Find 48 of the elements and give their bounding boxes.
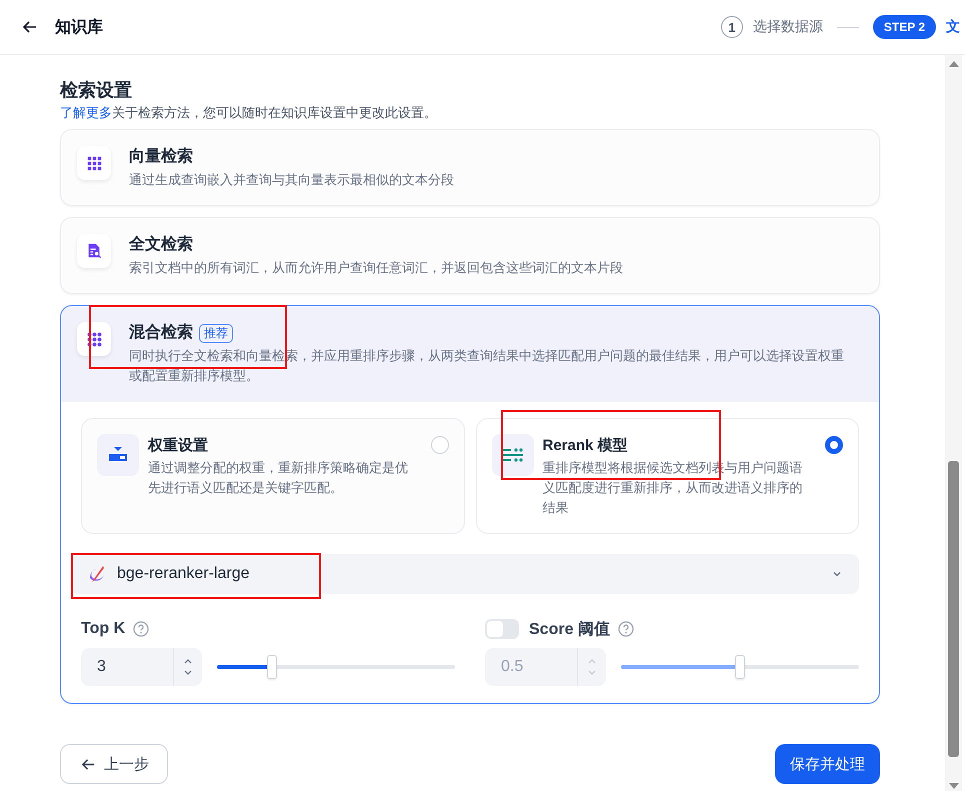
recommended-badge: 推荐 — [199, 324, 233, 342]
method-title: 向量检索 — [129, 146, 193, 167]
method-description: 通过生成查询嵌入并查询与其向量表示最相似的文本分段 — [129, 171, 455, 189]
model-logo-icon — [87, 564, 107, 584]
model-select[interactable]: bge-reranker-large — [70, 554, 859, 594]
step-marker: 1 — [720, 16, 743, 38]
scrollbar[interactable] — [945, 55, 962, 791]
option-description: 通过调整分配的权重，重新排序策略确定是优先进行语义匹配还是关键字匹配。 — [148, 459, 409, 497]
increment-icon — [587, 658, 597, 664]
number-input[interactable]: 3 — [81, 648, 202, 686]
method-title: 混合检索 — [129, 322, 193, 343]
back-arrow-icon — [81, 756, 96, 772]
option-card[interactable]: 权重设置 通过调整分配的权重，重新排序策略确定是优先进行语义匹配还是关键字匹配。 — [81, 418, 464, 534]
step-marker: STEP 2 — [872, 15, 936, 39]
step-label: 文 — [946, 18, 960, 36]
help-icon — [618, 621, 634, 637]
scrollbar-thumb[interactable] — [948, 461, 959, 757]
decrement-icon — [183, 670, 193, 676]
slider-thumb[interactable] — [735, 655, 745, 679]
radio-button[interactable] — [825, 436, 843, 454]
page-title: 知识库 — [55, 17, 103, 38]
toggle-switch[interactable] — [485, 619, 519, 639]
method-title: 全文检索 — [129, 234, 193, 255]
step-label: 选择数据源 — [752, 18, 823, 36]
document-search-icon — [86, 243, 102, 259]
scroll-down-icon — [948, 783, 958, 789]
method-description: 索引文档中的所有词汇，从而允许用户查询任意词汇，并返回包含这些词汇的文本片段 — [129, 259, 624, 277]
decrement-icon — [587, 670, 597, 676]
option-title: Rerank 模型 — [542, 436, 629, 456]
model-name: bge-reranker-large — [117, 565, 251, 583]
back-arrow-icon — [22, 19, 38, 35]
learn-more-link[interactable]: 了解更多 — [60, 105, 112, 120]
dots-icon — [86, 332, 102, 346]
slider-thumb[interactable] — [266, 655, 277, 679]
section-description: 了解更多关于检索方法，您可以随时在知识库设置中更改此设置。 — [60, 104, 438, 122]
scroll-up-icon — [948, 61, 958, 67]
method-card[interactable]: 全文检索 索引文档中的所有词汇，从而允许用户查询任意词汇，并返回包含这些词汇的文本片段 — [60, 217, 880, 294]
section-title: 检索设置 — [60, 79, 133, 102]
method-card[interactable] — [60, 305, 880, 704]
method-card[interactable]: 向量检索 通过生成查询嵌入并查询与其向量表示最相似的文本分段 — [60, 129, 880, 206]
save-button[interactable]: 保存并处理 — [775, 744, 880, 784]
previous-button[interactable]: 上一步 — [60, 744, 168, 784]
parameter-label: Top K — [81, 620, 126, 638]
grid-icon — [86, 156, 102, 170]
increment-icon — [183, 658, 193, 664]
parameter-label: Score 阈值 — [529, 620, 610, 640]
help-icon — [133, 621, 150, 637]
option-title: 权重设置 — [148, 436, 209, 456]
